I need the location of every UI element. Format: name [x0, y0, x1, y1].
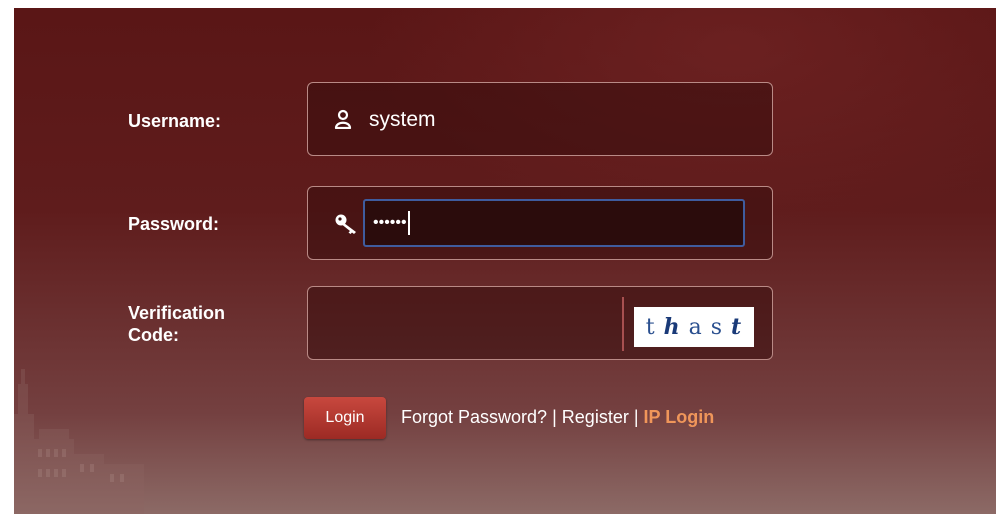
captcha-char: a — [688, 315, 703, 340]
city-silhouette-decoration — [14, 369, 144, 514]
key-icon — [335, 214, 356, 234]
login-panel: Username: system Password: •••••• Verifi… — [14, 8, 996, 514]
link-separator: | — [552, 407, 557, 427]
link-separator: | — [633, 407, 639, 427]
verification-label-line1: Verification — [128, 303, 226, 323]
password-value: •••••• — [373, 214, 407, 231]
verification-label-line2: Code: — [128, 325, 179, 345]
captcha-divider — [622, 297, 624, 351]
user-icon — [334, 109, 352, 129]
password-field-container: •••••• — [307, 186, 773, 260]
verification-code-label: Verification Code: — [128, 302, 225, 346]
username-label: Username: — [128, 111, 222, 131]
captcha-image[interactable]: t h a s t — [634, 307, 754, 347]
captcha-char: h — [663, 314, 681, 340]
captcha-char: s — [710, 315, 724, 340]
text-caret — [407, 210, 410, 235]
captcha-char: t — [731, 314, 743, 340]
password-label: Password: — [128, 214, 220, 234]
verification-field[interactable]: t h a s t — [307, 286, 773, 360]
register-link[interactable]: Register — [562, 407, 629, 427]
auth-links: Forgot Password? | Register | IP Login — [401, 406, 714, 428]
captcha-char: t — [645, 315, 656, 340]
username-field[interactable]: system — [307, 82, 773, 156]
password-input[interactable]: •••••• — [363, 199, 745, 247]
username-value[interactable]: system — [369, 107, 436, 133]
login-button[interactable]: Login — [304, 397, 386, 439]
forgot-password-link[interactable]: Forgot Password? — [401, 407, 547, 427]
ip-login-link[interactable]: IP Login — [644, 407, 715, 427]
